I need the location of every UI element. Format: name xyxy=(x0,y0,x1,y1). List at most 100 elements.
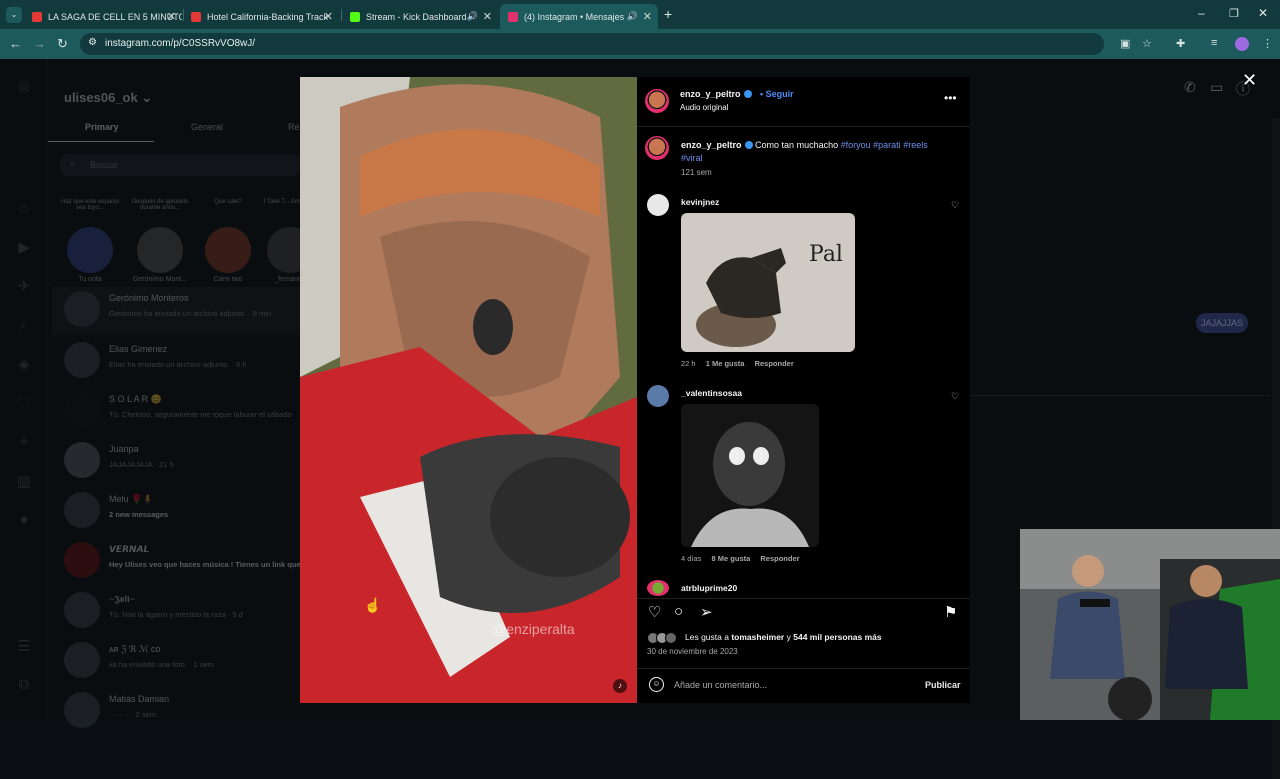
extensions-icon[interactable]: ✚ xyxy=(1176,37,1185,50)
tab-instagram-messages[interactable]: (4) Instagram • Mensajes 🔊 ✕ xyxy=(500,4,658,29)
reply-button[interactable]: Responder xyxy=(755,359,794,368)
profile-icon[interactable]: ● xyxy=(14,511,34,531)
comment-likes[interactable]: 8 Me gusta xyxy=(712,554,751,563)
story-item[interactable]: Haz que este espacio sea tuyo... Tu nota xyxy=(60,199,120,283)
instagram-logo-icon[interactable]: ◎ xyxy=(14,77,34,97)
reply-button[interactable]: Responder xyxy=(760,554,799,563)
home-icon[interactable]: ⌂ xyxy=(14,199,34,219)
author-avatar[interactable] xyxy=(645,89,669,113)
chat-divider xyxy=(970,395,1270,396)
close-tab-icon[interactable]: ✕ xyxy=(324,10,333,23)
like-heart-icon[interactable]: ♡ xyxy=(648,603,661,621)
browser-menu-icon[interactable]: ⋮ xyxy=(1262,37,1273,50)
address-bar[interactable]: ⚙ instagram.com/p/C0SSRvVO8wJ/ xyxy=(80,33,1104,55)
conversation-item[interactable]: Melu 🌹🧍 2 new messages xyxy=(64,488,304,536)
explore-icon[interactable]: ◈ xyxy=(14,355,34,375)
hashtag[interactable]: #foryou xyxy=(841,140,871,150)
likes-summary[interactable]: Les gusta a tomasheimer y 544 mil person… xyxy=(685,632,882,642)
notifications-heart-icon[interactable]: ♡ xyxy=(14,394,34,414)
story-item[interactable]: Después de apiolarlo durante años... Ger… xyxy=(130,199,190,283)
comment-avatar[interactable] xyxy=(647,580,669,596)
conversation-item[interactable]: S O L A R 😊 Tú: Chetooo, seguramente me … xyxy=(64,388,304,436)
comment-time: 22 h xyxy=(681,359,696,368)
conversation-item[interactable]: Gerónimo Monteros Gerónimo ha enviado un… xyxy=(52,287,300,335)
comment-username[interactable]: atrbluprime20 xyxy=(681,583,737,593)
audio-playing-icon[interactable]: 🔊 xyxy=(627,11,638,22)
create-icon[interactable]: + xyxy=(14,433,34,453)
hashtag[interactable]: #reels xyxy=(903,140,928,150)
threads-icon[interactable]: ⧉ xyxy=(14,676,34,696)
comment-meta: 4 días 8 Me gusta Responder xyxy=(681,554,800,563)
conversation-item[interactable]: Juanpa JAJAJAJAJA · 21 h xyxy=(64,438,304,486)
messages-icon[interactable]: ✈ xyxy=(14,277,34,297)
close-window-button[interactable]: ✕ xyxy=(1258,6,1268,20)
mute-toggle-icon[interactable]: ♪ xyxy=(613,679,627,693)
tab-requests[interactable]: Re xyxy=(288,122,300,132)
conversation-item[interactable]: ~𝕵𝖚𝖑𝖎~ Tú: Noo la agarro y mestizo la ra… xyxy=(64,588,304,636)
hashtag[interactable]: #parati xyxy=(873,140,901,150)
forward-arrow-icon[interactable]: → xyxy=(33,36,46,51)
hashtag[interactable]: #viral xyxy=(681,153,703,163)
story-avatar xyxy=(137,227,183,273)
phone-call-icon[interactable]: ✆ xyxy=(1184,79,1196,96)
dm-search-input[interactable]: ⌕ Buscar xyxy=(60,154,300,176)
more-menu-icon[interactable]: ☰ xyxy=(14,637,34,657)
minimize-button[interactable]: – xyxy=(1198,6,1205,20)
post-video[interactable]: @enziperalta ♪ ☝ xyxy=(300,77,637,703)
conversation-preview: ········ · 2 sem xyxy=(109,710,157,719)
save-bookmark-icon[interactable]: ⚑ xyxy=(944,603,957,621)
tab-search-icon[interactable]: ⌄ xyxy=(6,7,22,23)
video-call-icon[interactable]: ▭ xyxy=(1210,79,1223,96)
audio-label[interactable]: Audio original xyxy=(680,103,728,112)
comment-image[interactable]: Pal xyxy=(681,213,855,352)
tab-primary[interactable]: Primary xyxy=(85,122,119,132)
close-tab-icon[interactable]: ✕ xyxy=(643,10,652,23)
comment-image[interactable] xyxy=(681,404,819,547)
site-info-icon[interactable]: ⚙ xyxy=(88,37,97,48)
tab-saga-cell[interactable]: LA SAGA DE CELL EN 5 MINUTO ✕ xyxy=(24,4,182,29)
back-arrow-icon[interactable]: ← xyxy=(9,36,22,51)
author-username[interactable]: enzo_y_peltro xyxy=(680,89,752,99)
reload-icon[interactable]: ↻ xyxy=(57,36,68,52)
restore-button[interactable]: ❐ xyxy=(1229,7,1239,20)
conversation-item[interactable]: Elias Gimenez Elias ha enviado un archiv… xyxy=(64,338,304,386)
conversation-item[interactable]: Matias Damian ········ · 2 sem xyxy=(64,688,304,736)
dashboard-icon[interactable]: ▥ xyxy=(14,472,34,492)
tab-title: (4) Instagram • Mensajes xyxy=(524,11,625,22)
comment-bubble-icon[interactable]: ○ xyxy=(674,603,683,620)
mouse-cursor-icon: ☝ xyxy=(364,597,382,613)
more-options-icon[interactable]: ••• xyxy=(944,91,957,105)
comment-likes[interactable]: 1 Me gusta xyxy=(706,359,745,368)
conversation-item[interactable]: ᴀʀ ℨ ℜ ℳ co ᴀʀ ha enviado una foto. · 1 … xyxy=(64,638,304,686)
comment-input[interactable]: Añade un comentario... xyxy=(674,680,767,690)
story-item[interactable]: Que sale? Cami two xyxy=(198,199,258,283)
follow-button[interactable]: • Seguir xyxy=(760,89,794,99)
comment-username[interactable]: kevinjnez xyxy=(681,197,719,207)
close-tab-icon[interactable]: ✕ xyxy=(167,10,176,23)
audio-playing-icon[interactable]: 🔊 xyxy=(467,11,478,22)
profile-avatar[interactable] xyxy=(1235,37,1249,51)
search-icon[interactable]: ⌕ xyxy=(14,316,34,336)
close-tab-icon[interactable]: ✕ xyxy=(483,10,492,23)
like-comment-icon[interactable]: ♡ xyxy=(951,391,959,402)
tab-hotel-california[interactable]: Hotel California-Backing Track ✕ xyxy=(183,4,339,29)
media-control-icon[interactable]: ≡ xyxy=(1211,37,1217,49)
reels-icon[interactable]: ▶ xyxy=(14,238,34,258)
comment-username[interactable]: _valentinsosaa xyxy=(681,388,742,398)
comment-avatar[interactable] xyxy=(647,194,669,216)
new-tab-button[interactable]: + xyxy=(664,6,672,22)
tab-kick-dashboard[interactable]: Stream - Kick Dashboard 🔊 ✕ xyxy=(342,4,498,29)
dm-username[interactable]: ulises06_ok ⌄ xyxy=(64,90,152,106)
tab-general[interactable]: General xyxy=(191,122,223,132)
share-send-icon[interactable]: ➢ xyxy=(700,603,713,621)
publish-button[interactable]: Publicar xyxy=(925,680,961,690)
emoji-icon[interactable]: ☺ xyxy=(649,677,664,692)
comment-avatar[interactable] xyxy=(647,385,669,407)
conversation-item[interactable]: 𝙑𝙀𝙍𝙉𝘼𝙇 Hey Ulises veo que haces música !… xyxy=(64,538,304,586)
bookmark-star-icon[interactable]: ☆ xyxy=(1142,37,1152,50)
like-comment-icon[interactable]: ♡ xyxy=(951,200,959,211)
caption-username[interactable]: enzo_y_peltro xyxy=(681,140,742,150)
close-modal-icon[interactable]: ✕ xyxy=(1242,70,1257,91)
install-app-icon[interactable]: ▣ xyxy=(1120,37,1130,50)
caption-author-avatar[interactable] xyxy=(645,136,669,160)
